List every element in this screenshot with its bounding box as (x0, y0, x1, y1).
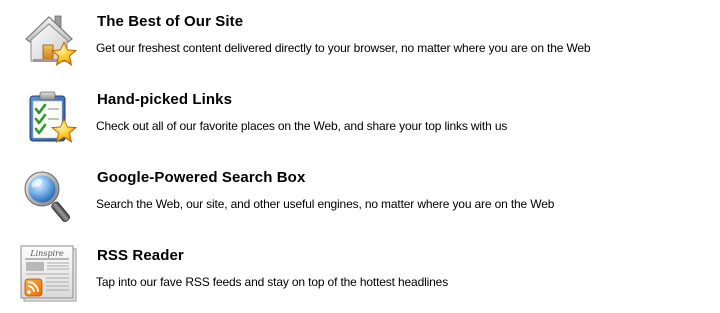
feature-description: Check out all of our favorite places on … (96, 119, 508, 133)
newspaper-masthead: Linspire (29, 249, 64, 258)
home-star-icon (18, 9, 80, 71)
feature-title: Hand-picked Links (97, 91, 233, 108)
feature-description: Get our freshest content delivered direc… (96, 41, 591, 55)
feature-item-rss-reader: Linspire RSS Reader Tap into our fave RS… (0, 243, 720, 313)
feature-title: RSS Reader (97, 247, 184, 264)
clipboard-checklist-star-icon (18, 87, 80, 149)
feature-title: Google-Powered Search Box (97, 169, 306, 186)
feature-description: Search the Web, our site, and other usef… (96, 197, 555, 211)
feature-item-best-of-site: The Best of Our Site Get our freshest co… (0, 9, 720, 79)
magnifying-glass-icon (18, 165, 80, 227)
feature-title: The Best of Our Site (97, 13, 244, 30)
newspaper-rss-icon: Linspire (18, 243, 80, 305)
feature-item-hand-picked-links: Hand-picked Links Check out all of our f… (0, 87, 720, 157)
feature-description: Tap into our fave RSS feeds and stay on … (96, 275, 449, 289)
feature-item-search-box: Google-Powered Search Box Search the Web… (0, 165, 720, 235)
